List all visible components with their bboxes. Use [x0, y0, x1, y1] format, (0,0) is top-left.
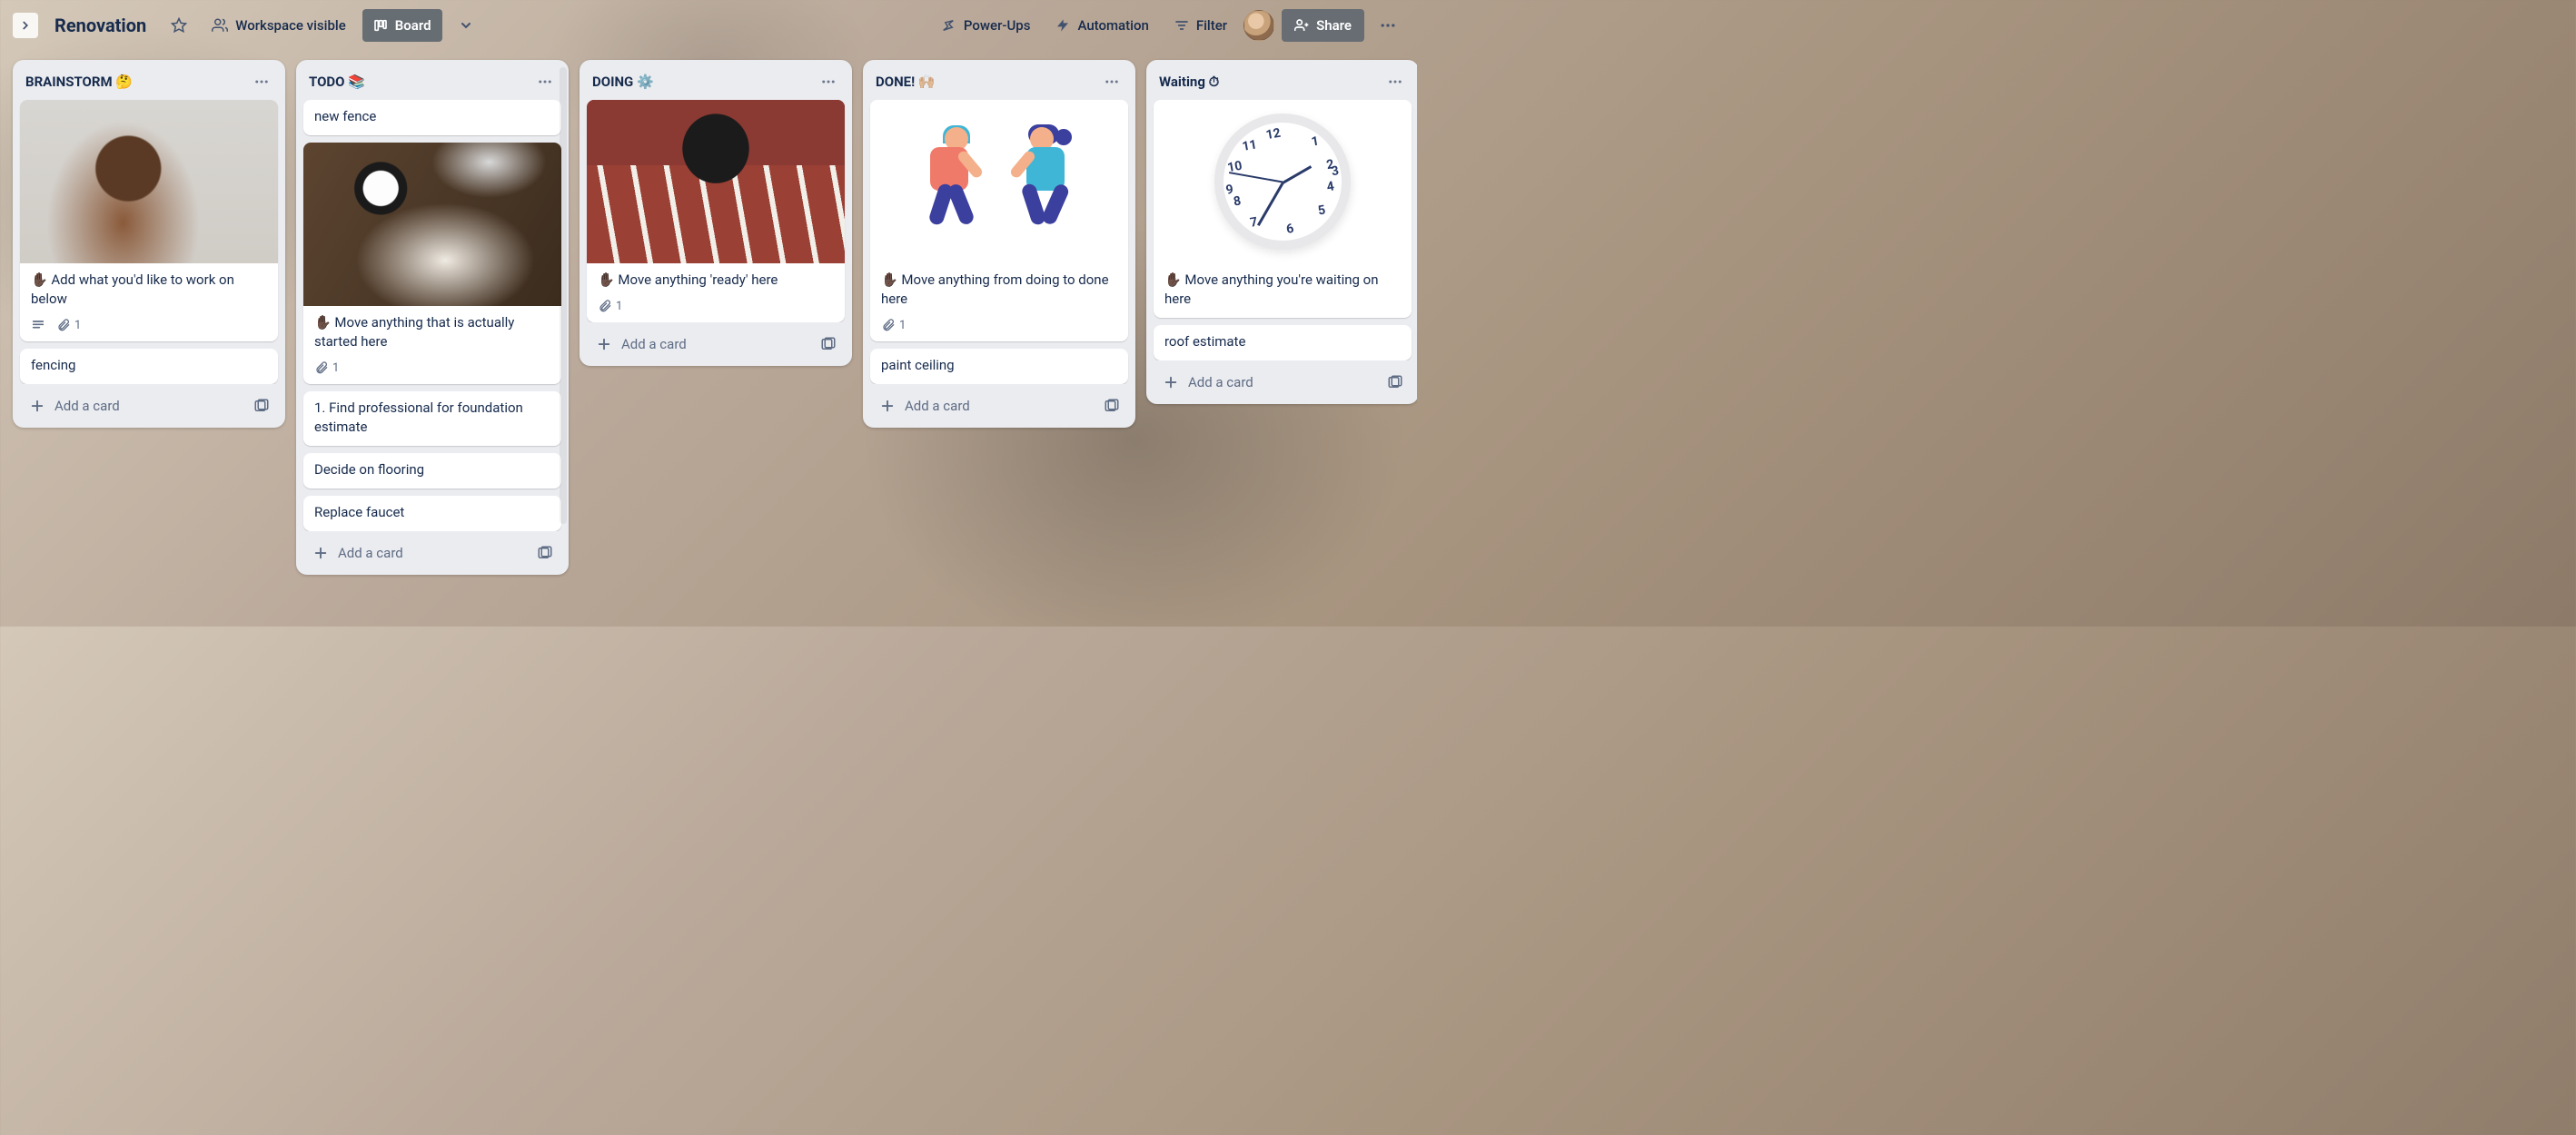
card[interactable]: ✋🏿 Move anything 'ready' here 1: [587, 100, 845, 322]
attachment-count: 1: [332, 361, 339, 375]
card-cover-image: [870, 100, 1128, 263]
list-title[interactable]: Waiting ⏱: [1159, 74, 1219, 90]
card[interactable]: 12 1 2 3 4 5 6 7 8 9 10 11: [1154, 100, 1412, 318]
user-avatar[interactable]: [1243, 10, 1274, 41]
card-title: Decide on flooring: [303, 453, 561, 489]
list-menu-button[interactable]: [532, 69, 558, 94]
card-badges: 1: [20, 318, 278, 341]
add-card-button[interactable]: Add a card: [24, 394, 242, 418]
card-title: Replace faucet: [303, 496, 561, 531]
card[interactable]: paint ceiling: [870, 349, 1128, 384]
attachment-badge: 1: [314, 360, 339, 375]
filter-button[interactable]: Filter: [1165, 9, 1236, 42]
card-title: new fence: [303, 100, 561, 135]
list-done: DONE! 🙌🏼 ✋🏿 Move anything from doing to …: [863, 60, 1135, 428]
list-menu-button[interactable]: [1382, 69, 1408, 94]
card-title: ✋🏿 Move anything you're waiting on here: [1154, 263, 1412, 318]
card[interactable]: Decide on flooring: [303, 453, 561, 489]
list-title[interactable]: DONE! 🙌🏼: [876, 74, 936, 90]
list-title[interactable]: BRAINSTORM 🤔: [25, 74, 133, 90]
card-title: ✋🏿 Add what you'd like to work on below: [20, 263, 278, 318]
board-header: Renovation Workspace visible Board Power…: [0, 0, 1417, 51]
add-card-label: Add a card: [621, 336, 687, 352]
board-name[interactable]: Renovation: [45, 15, 155, 36]
expand-sidebar-button[interactable]: [13, 13, 38, 38]
card-badges: 1: [870, 318, 1128, 341]
board-view-label: Board: [395, 17, 431, 34]
scrollbar[interactable]: [560, 67, 567, 524]
card[interactable]: roof estimate: [1154, 325, 1412, 360]
attachment-count: 1: [74, 319, 81, 332]
add-card-label: Add a card: [54, 398, 120, 414]
card-title: 1. Find professional for foundation esti…: [303, 391, 561, 446]
board-canvas: BRAINSTORM 🤔 ✋🏿 Add what you'd like to w…: [0, 51, 1417, 627]
card-cover-image: [303, 143, 561, 306]
list-title[interactable]: TODO 📚: [309, 74, 365, 90]
board-view-button[interactable]: Board: [362, 9, 442, 42]
card-template-button[interactable]: [1099, 393, 1125, 419]
add-card-label: Add a card: [338, 545, 403, 561]
workspace-visibility-label: Workspace visible: [235, 17, 346, 34]
list-doing: DOING ⚙️ ✋🏿 Move anything 'ready' here 1: [580, 60, 852, 366]
attachment-count: 1: [616, 300, 622, 313]
card[interactable]: ✋🏿 Add what you'd like to work on below …: [20, 100, 278, 341]
list-waiting: Waiting ⏱ 12 1 2 3 4 5: [1146, 60, 1417, 404]
star-board-button[interactable]: [163, 9, 195, 42]
card-cover-image: [587, 100, 845, 263]
card-template-button[interactable]: [532, 540, 558, 566]
attachment-count: 1: [899, 319, 906, 332]
add-card-button[interactable]: Add a card: [874, 394, 1092, 418]
card-badges: 1: [303, 360, 561, 384]
share-label: Share: [1316, 17, 1352, 34]
description-badge-icon: [31, 318, 45, 332]
card[interactable]: new fence: [303, 100, 561, 135]
add-card-button[interactable]: Add a card: [307, 541, 525, 565]
card[interactable]: 1. Find professional for foundation esti…: [303, 391, 561, 446]
card-template-button[interactable]: [249, 393, 274, 419]
card-cover-image: [20, 100, 278, 263]
attachment-badge: 1: [598, 299, 622, 313]
add-card-label: Add a card: [1188, 374, 1253, 390]
card[interactable]: ✋🏿 Move anything that is actually starte…: [303, 143, 561, 384]
share-button[interactable]: Share: [1282, 9, 1364, 42]
card-title: ✋🏿 Move anything from doing to done here: [870, 263, 1128, 318]
add-card-button[interactable]: Add a card: [590, 332, 808, 356]
list-menu-button[interactable]: [1099, 69, 1125, 94]
card-title: fencing: [20, 349, 278, 384]
list-title[interactable]: DOING ⚙️: [592, 74, 654, 90]
automation-label: Automation: [1077, 17, 1148, 34]
add-card-label: Add a card: [905, 398, 970, 414]
card-template-button[interactable]: [1382, 370, 1408, 395]
card-title: ✋🏿 Move anything that is actually starte…: [303, 306, 561, 360]
list-todo: TODO 📚 new fence ✋🏿 Move anything that i…: [296, 60, 569, 575]
view-switcher-chevron[interactable]: [450, 9, 482, 42]
list-menu-button[interactable]: [249, 69, 274, 94]
board-menu-button[interactable]: [1372, 9, 1404, 42]
attachment-badge: 1: [881, 318, 906, 332]
card[interactable]: ✋🏿 Move anything from doing to done here…: [870, 100, 1128, 341]
add-card-button[interactable]: Add a card: [1157, 370, 1375, 394]
workspace-visibility-button[interactable]: Workspace visible: [203, 9, 355, 42]
card[interactable]: fencing: [20, 349, 278, 384]
filter-label: Filter: [1196, 17, 1227, 34]
attachment-badge: 1: [56, 318, 81, 332]
card-title: ✋🏿 Move anything 'ready' here: [587, 263, 845, 299]
power-ups-button[interactable]: Power-Ups: [931, 9, 1040, 42]
list-menu-button[interactable]: [816, 69, 841, 94]
list-brainstorm: BRAINSTORM 🤔 ✋🏿 Add what you'd like to w…: [13, 60, 285, 428]
automation-button[interactable]: Automation: [1046, 9, 1157, 42]
card[interactable]: Replace faucet: [303, 496, 561, 531]
card-cover-image: 12 1 2 3 4 5 6 7 8 9 10 11: [1154, 100, 1412, 263]
card-template-button[interactable]: [816, 331, 841, 357]
card-title: roof estimate: [1154, 325, 1412, 360]
power-ups-label: Power-Ups: [964, 17, 1031, 34]
card-title: paint ceiling: [870, 349, 1128, 384]
card-badges: 1: [587, 299, 845, 322]
